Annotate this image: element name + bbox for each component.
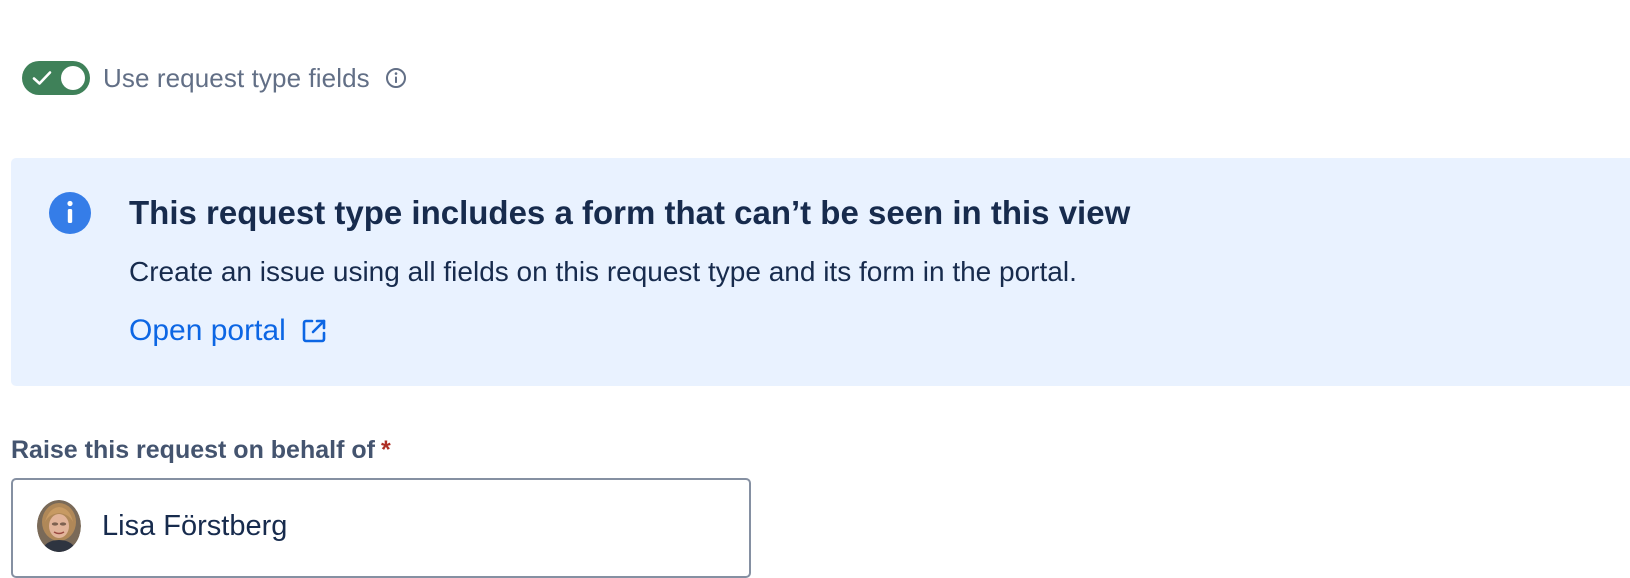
selected-user-name: Lisa Förstberg xyxy=(102,510,288,542)
info-icon[interactable] xyxy=(385,67,407,89)
open-portal-link[interactable]: Open portal xyxy=(129,314,328,348)
use-request-type-fields-row: Use request type fields xyxy=(22,60,407,96)
use-request-type-fields-toggle[interactable] xyxy=(22,61,90,95)
banner-description: Create an issue using all fields on this… xyxy=(129,256,1077,287)
form-info-banner: This request type includes a form that c… xyxy=(11,158,1630,386)
external-link-icon xyxy=(302,319,326,343)
raise-on-behalf-label: Raise this request on behalf of * xyxy=(11,436,391,465)
toggle-knob xyxy=(61,66,85,90)
open-portal-label: Open portal xyxy=(129,314,286,347)
banner-title: This request type includes a form that c… xyxy=(129,194,1131,231)
toggle-label: Use request type fields xyxy=(103,62,370,93)
raise-on-behalf-label-text: Raise this request on behalf of xyxy=(11,436,375,464)
user-avatar xyxy=(37,500,81,552)
required-marker: * xyxy=(380,436,391,464)
raise-on-behalf-select[interactable]: Lisa Förstberg xyxy=(11,478,751,578)
info-circle-icon xyxy=(49,192,91,234)
check-icon xyxy=(32,71,52,85)
